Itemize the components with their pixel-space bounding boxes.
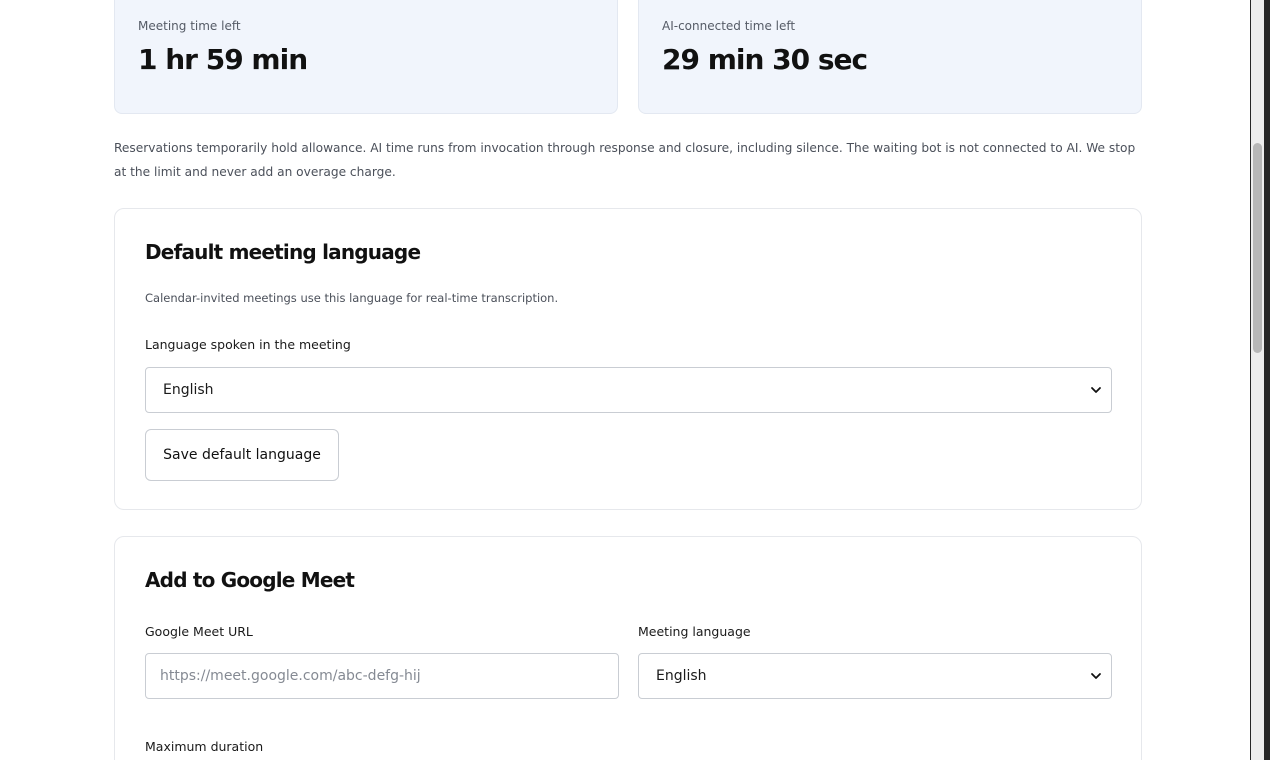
default-language-card: Default meeting language Calendar-invite… [114, 208, 1142, 510]
save-default-language-button[interactable]: Save default language [145, 429, 339, 481]
meeting-time-card: Meeting time left 1 hr 59 min [114, 0, 618, 114]
default-language-selected-value: English [163, 382, 214, 398]
google-meet-card: Add to Google Meet Google Meet URL Meeti… [114, 536, 1142, 760]
allowance-note: Reservations temporarily hold allowance.… [114, 141, 1136, 179]
default-language-title: Default meeting language [145, 240, 421, 264]
meeting-time-value: 1 hr 59 min [138, 43, 308, 76]
meeting-language-selected-value: English [656, 668, 707, 684]
scrollbar-track[interactable] [1251, 0, 1264, 760]
page: Meeting time left 1 hr 59 min AI-connect… [0, 0, 1270, 760]
default-language-description: Calendar-invited meetings use this langu… [145, 291, 559, 305]
meeting-language-select[interactable]: English [638, 653, 1112, 699]
meeting-language-label: Meeting language [638, 624, 751, 639]
language-spoken-label: Language spoken in the meeting [145, 337, 351, 352]
chevron-down-icon [1091, 673, 1101, 679]
meeting-time-label: Meeting time left [138, 19, 241, 33]
maximum-duration-label: Maximum duration [145, 739, 264, 754]
scrollbar-thumb[interactable] [1253, 143, 1262, 353]
chevron-down-icon [1091, 387, 1101, 393]
ai-time-value: 29 min 30 sec [662, 43, 868, 76]
ai-time-label: AI-connected time left [662, 19, 796, 33]
google-meet-url-label: Google Meet URL [145, 624, 253, 639]
default-language-select[interactable]: English [145, 367, 1112, 413]
google-meet-url-input[interactable] [145, 653, 619, 699]
ai-time-card: AI-connected time left 29 min 30 sec [638, 0, 1142, 114]
google-meet-title: Add to Google Meet [145, 568, 355, 592]
